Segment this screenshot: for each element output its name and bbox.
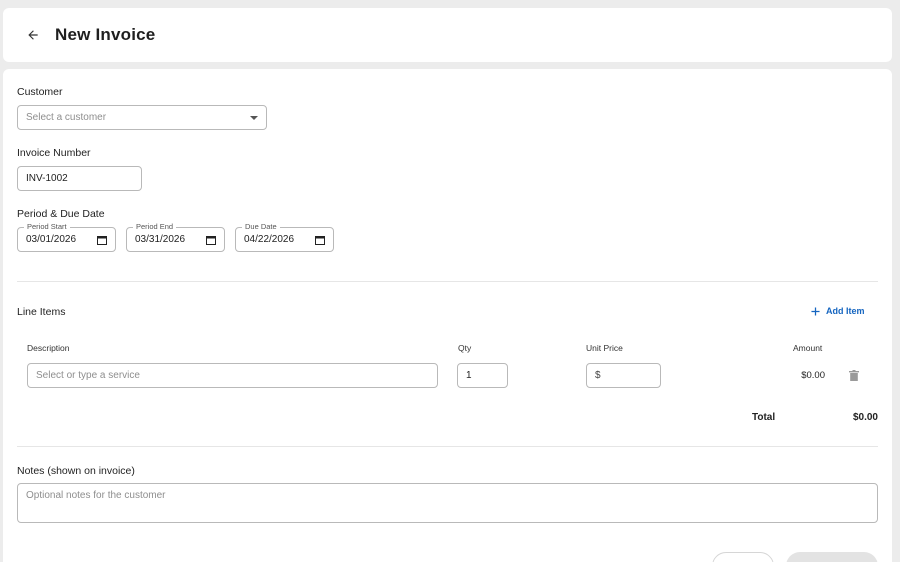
due-date-value: 04/22/2026 [244, 234, 295, 245]
plus-icon [811, 306, 820, 316]
save-button[interactable] [786, 552, 878, 562]
add-item-button[interactable]: Add Item [811, 306, 865, 316]
qty-value: 1 [466, 370, 472, 381]
description-input[interactable]: Select or type a service [27, 363, 438, 388]
due-date-field[interactable]: Due Date 04/22/2026 [235, 222, 334, 252]
period-end-legend: Period End [133, 222, 177, 231]
customer-label: Customer [17, 86, 63, 98]
notes-textarea[interactable]: Optional notes for the customer [17, 483, 878, 523]
period-start-field[interactable]: Period Start 03/01/2026 [17, 222, 116, 252]
description-placeholder: Select or type a service [36, 370, 140, 381]
section-divider [17, 281, 878, 282]
period-label: Period & Due Date [17, 208, 105, 220]
customer-placeholder: Select a customer [26, 112, 107, 123]
period-end-field[interactable]: Period End 03/31/2026 [126, 222, 225, 252]
invoice-number-field[interactable]: INV-1002 [17, 166, 142, 191]
column-header-description: Description [27, 343, 70, 353]
period-start-legend: Period Start [24, 222, 70, 231]
amount-value: $0.00 [801, 370, 825, 381]
column-header-amount: Amount [793, 343, 823, 353]
invoice-number-label: Invoice Number [17, 147, 91, 159]
column-header-qty: Qty [458, 343, 472, 353]
invoice-form: Customer Select a customer Invoice Numbe… [3, 69, 892, 562]
period-end-value: 03/31/2026 [135, 234, 186, 245]
notes-placeholder: Optional notes for the customer [26, 490, 166, 501]
notes-label: Notes (shown on invoice) [17, 465, 135, 477]
total-value: $0.00 [852, 412, 878, 423]
page-header: New Invoice [3, 8, 892, 62]
line-items-label: Line Items [17, 306, 66, 318]
page-title: New Invoice [55, 25, 156, 44]
arrow-left-icon [28, 30, 38, 40]
currency-symbol: $ [595, 370, 601, 381]
due-date-legend: Due Date [242, 222, 280, 231]
customer-select[interactable]: Select a customer [17, 105, 267, 130]
unit-price-input[interactable]: $ [586, 363, 661, 388]
section-divider [17, 446, 878, 447]
column-header-unit-price: Unit Price [586, 343, 623, 353]
trash-icon[interactable] [849, 370, 859, 381]
dropdown-caret-icon [250, 116, 258, 120]
total-label: Total [752, 412, 776, 423]
qty-input[interactable]: 1 [457, 363, 508, 388]
back-button[interactable] [19, 21, 47, 49]
period-start-value: 03/01/2026 [26, 234, 77, 245]
cancel-button[interactable] [712, 552, 774, 562]
calendar-icon[interactable] [206, 235, 216, 245]
add-item-label: Add Item [826, 306, 865, 316]
calendar-icon[interactable] [97, 235, 107, 245]
invoice-number-value: INV-1002 [26, 173, 68, 184]
calendar-icon[interactable] [315, 235, 325, 245]
